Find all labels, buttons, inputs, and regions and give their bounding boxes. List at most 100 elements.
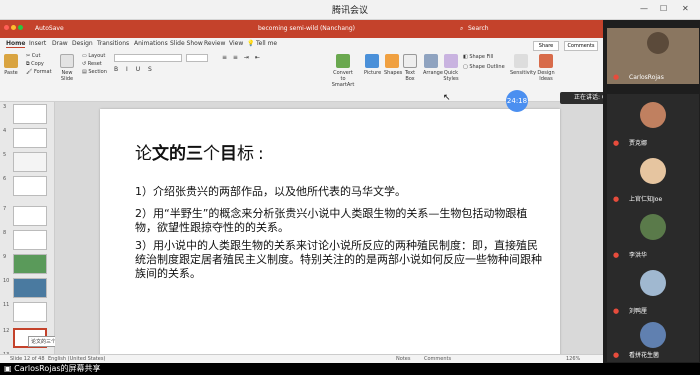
share-button[interactable]: Share (533, 41, 559, 51)
tab-review[interactable]: Review (204, 40, 225, 47)
layout-label: Layout (88, 53, 106, 59)
text-box-button[interactable]: Text Box (403, 54, 417, 82)
sensitivity-icon (514, 54, 528, 68)
format-painter-button[interactable]: 🖌 Format (26, 69, 52, 75)
autosave-label[interactable]: AutoSave (35, 25, 64, 32)
arrange-button[interactable]: Arrange (423, 54, 443, 76)
participant-tile[interactable]: ● 贾克娜 (607, 94, 699, 150)
thumb-number: 8 (3, 230, 7, 236)
title-part: 文的三 (152, 144, 203, 164)
font-format-row[interactable]: B I U S (114, 66, 208, 74)
tab-tell-me[interactable]: Tell me (256, 40, 277, 47)
participant-tile[interactable]: ● 刘鸭厘 (607, 262, 699, 318)
participant-tile[interactable]: ● 看拼花生菌 (607, 318, 699, 362)
status-notes[interactable]: Notes (396, 356, 410, 362)
lightbulb-icon: 💡 (247, 40, 255, 47)
slide-thumbnail[interactable] (13, 128, 47, 148)
paste-button[interactable]: Paste (4, 54, 18, 76)
thumb-number: 3 (3, 104, 7, 110)
search-icon[interactable]: ⌕ (460, 25, 463, 33)
minimize-icon[interactable]: — (640, 4, 648, 13)
slide-thumbnail[interactable] (13, 176, 47, 196)
minimize-dot-icon[interactable] (11, 25, 16, 30)
participant-tile[interactable]: ● 上官仁知Joe (607, 150, 699, 206)
section-button[interactable]: ▤ Section (82, 69, 107, 75)
mic-muted-icon: ● (613, 195, 620, 203)
status-comments[interactable]: Comments (424, 356, 451, 362)
smartart-icon (336, 54, 350, 68)
layout-button[interactable]: ▭ Layout (82, 53, 105, 59)
mic-muted-icon: ● (613, 307, 620, 315)
quick-styles-button[interactable]: Quick Styles (443, 54, 459, 82)
tab-animations[interactable]: Animations (134, 40, 168, 47)
title-part: 个 (203, 144, 220, 164)
thumb-number: 9 (3, 254, 7, 260)
slide[interactable]: 论文的三个目标: 1）介绍张贵兴的两部作品，以及他所代表的马华文学。 2）用“半… (100, 109, 560, 363)
new-slide-button[interactable]: New Slide (59, 54, 75, 82)
participant-tile[interactable]: ● 李洪华 (607, 206, 699, 262)
format-label: Format (33, 69, 52, 75)
tab-home[interactable]: Home (6, 40, 26, 48)
participant-name: CarlosRojas (629, 74, 664, 81)
new-slide-icon (60, 54, 74, 68)
shape-fill-button[interactable]: ◧ Shape Fill (463, 54, 493, 60)
text-box-label: Text Box (404, 70, 416, 82)
thumb-number: 4 (3, 128, 7, 134)
slide-thumbnails[interactable]: 3 4 5 6 7 8 9 10 11 12 13 (0, 102, 55, 363)
paragraph-row[interactable]: ≡ ≡ ⇥ ⇤ (222, 54, 312, 62)
new-slide-label: New Slide (60, 70, 74, 82)
font-size-field[interactable] (186, 54, 208, 62)
comments-button[interactable]: Comments (564, 41, 598, 51)
screen-share-bar: ▣ CarlosRojas的屏幕共享 (0, 363, 700, 375)
design-ideas-button[interactable]: Design Ideas (537, 54, 555, 82)
shapes-icon (385, 54, 399, 68)
copy-button[interactable]: ⧉ Copy (26, 61, 44, 67)
copy-label: Copy (31, 61, 44, 67)
cut-button[interactable]: ✂ Cut (26, 53, 40, 59)
bullet-point-3[interactable]: 3）用小说中的人类跟生物的关系来讨论小说所反应的两种殖民制度：即，直接殖民统治制… (135, 239, 545, 281)
reset-button[interactable]: ↺ Reset (82, 61, 102, 67)
zoom-dot-icon[interactable] (18, 25, 23, 30)
bullet-point-1[interactable]: 1）介绍张贵兴的两部作品，以及他所代表的马华文学。 (135, 185, 545, 199)
title-colon: : (258, 144, 264, 164)
search-label[interactable]: Search (468, 25, 489, 32)
sensitivity-button[interactable]: Sensitivity (510, 54, 536, 76)
mic-muted-icon: ● (613, 139, 620, 147)
arrange-icon (424, 54, 438, 68)
mic-muted-icon: ● (613, 351, 620, 359)
close-icon[interactable]: ✕ (682, 4, 689, 13)
tab-insert[interactable]: Insert (29, 40, 46, 47)
ppt-title-bar: AutoSave becoming semi-wild (Nanchang) ⌕… (0, 20, 603, 38)
slide-thumbnail[interactable] (13, 278, 47, 298)
tab-draw[interactable]: Draw (52, 40, 68, 47)
font-name-field[interactable] (114, 54, 182, 62)
tab-transitions[interactable]: Transitions (97, 40, 129, 47)
picture-button[interactable]: Picture (364, 54, 381, 76)
tab-design[interactable]: Design (72, 40, 93, 47)
slide-thumbnail[interactable] (13, 104, 47, 124)
tab-view[interactable]: View (229, 40, 243, 47)
slide-title[interactable]: 论文的三个目标: (135, 139, 264, 164)
close-dot-icon[interactable] (4, 25, 9, 30)
participant-avatar (640, 322, 666, 348)
file-title: becoming semi-wild (Nanchang) (258, 25, 355, 32)
bullet-point-2[interactable]: 2）用“半野生”的概念来分析张贵兴小说中人类跟生物的关系—生物包括动物跟植物，欲… (135, 207, 545, 235)
slide-thumbnail[interactable] (13, 302, 47, 322)
thumb-number: 5 (3, 152, 7, 158)
slide-thumbnail[interactable] (13, 206, 47, 226)
convert-smartart-button[interactable]: Convert to SmartArt (330, 54, 356, 88)
picture-icon (365, 54, 379, 68)
shapes-button[interactable]: Shapes (384, 54, 402, 76)
status-zoom[interactable]: 126% (566, 356, 580, 362)
maximize-icon[interactable]: ☐ (660, 4, 667, 13)
mic-muted-icon: ● (613, 251, 620, 259)
shape-fill-label: Shape Fill (469, 54, 494, 60)
ribbon-tabs: Home Insert Draw Design Transitions Anim… (0, 38, 603, 50)
shape-outline-button[interactable]: ▢ Shape Outline (463, 64, 505, 70)
slide-thumbnail[interactable] (13, 254, 47, 274)
tab-slide-show[interactable]: Slide Show (170, 40, 203, 47)
participant-video[interactable]: ● CarlosRojas (607, 28, 699, 84)
window-buttons[interactable] (4, 25, 25, 32)
slide-thumbnail[interactable] (13, 152, 47, 172)
slide-thumbnail[interactable] (13, 230, 47, 250)
